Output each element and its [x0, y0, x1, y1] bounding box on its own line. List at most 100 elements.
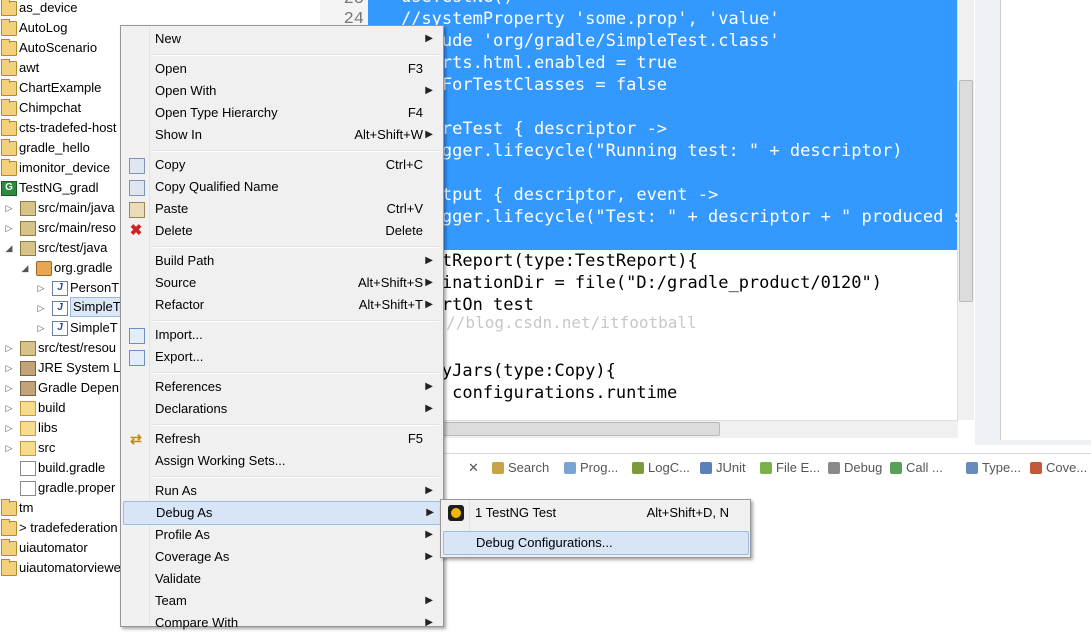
view-tab-label: Prog... — [580, 460, 619, 475]
tree-item-label: PersonT — [70, 280, 120, 295]
collapsed-arrow-icon[interactable]: ▷ — [4, 418, 14, 438]
tree-item-label: libs — [38, 420, 58, 435]
menu-item-shortcut: Alt+Shift+W — [354, 127, 423, 142]
collapsed-arrow-icon[interactable]: ▷ — [4, 198, 14, 218]
expanded-arrow-icon[interactable]: ◢ — [4, 238, 14, 258]
menu-item-paste[interactable]: Paste Ctrl+V — [123, 198, 439, 220]
collapsed-arrow-icon[interactable]: ▷ — [4, 378, 14, 398]
view-tab[interactable]: JUnit — [700, 460, 746, 476]
project-icon — [1, 0, 17, 16]
menu-item-delete[interactable]: ✖ Delete Delete — [123, 220, 439, 242]
menu-item-validate[interactable]: Validate — [123, 568, 439, 590]
code-line[interactable]: useTestNG() — [360, 0, 514, 8]
project-icon — [1, 119, 17, 136]
tree-item-label: src — [38, 440, 56, 455]
menu-item-run-as[interactable]: Run As ▶ — [123, 480, 439, 502]
menu-item-label: Copy — [155, 157, 186, 172]
menu-item-copy-qualified-name[interactable]: Copy Qualified Name — [123, 176, 439, 198]
view-tab-label: Cove... — [1046, 460, 1088, 475]
view-tab[interactable]: Debug — [828, 460, 882, 476]
source-folder-icon — [20, 221, 36, 236]
export-icon — [129, 350, 145, 366]
tree-item-label: JRE System Lib — [38, 360, 131, 375]
menu-item-shortcut: Ctrl+C — [385, 157, 423, 172]
refresh-icon: ⇄ — [130, 431, 142, 447]
menu-item-import[interactable]: Import... — [123, 324, 439, 346]
menu-item-open-type-hierarchy[interactable]: Open Type Hierarchy F4 — [123, 102, 439, 124]
project-icon — [1, 99, 17, 116]
menu-item-build-path[interactable]: Build Path ▶ — [123, 250, 439, 272]
menu-item-open-with[interactable]: Open With ▶ — [123, 80, 439, 102]
menu-item-copy[interactable]: Copy Ctrl+C — [123, 154, 439, 176]
menu-item-label: Assign Working Sets... — [155, 453, 286, 468]
menu-item-new[interactable]: New ▶ — [123, 28, 439, 50]
collapsed-arrow-icon[interactable]: ▷ — [4, 398, 14, 418]
view-tab[interactable]: Prog... — [564, 460, 618, 476]
menu-item-label: Coverage As — [155, 549, 230, 564]
collapsed-arrow-icon[interactable]: ▷ — [4, 338, 14, 358]
expanded-arrow-icon[interactable]: ◢ — [20, 258, 30, 278]
close-icon[interactable]: ✕ — [468, 460, 479, 476]
collapsed-arrow-icon[interactable]: ▷ — [36, 298, 46, 318]
menu-separator — [153, 476, 439, 478]
editor-vertical-scroll-thumb[interactable] — [959, 80, 973, 302]
tree-item-label: build.gradle — [38, 460, 106, 475]
menu-item-source[interactable]: Source Alt+Shift+S ▶ — [123, 272, 439, 294]
menu-item-debug-as[interactable]: Debug As ▶ — [123, 501, 441, 525]
view-tab[interactable]: Call ... — [890, 460, 943, 476]
submenu-arrow-icon: ▶ — [425, 551, 433, 562]
view-tab[interactable]: LogC... — [632, 460, 690, 476]
view-tab-icon — [700, 462, 712, 474]
menu-item-export[interactable]: Export... — [123, 346, 439, 368]
menu-item-refactor[interactable]: Refactor Alt+Shift+T ▶ — [123, 294, 439, 316]
collapsed-arrow-icon[interactable]: ▷ — [4, 358, 14, 378]
view-tab[interactable]: File E... — [760, 460, 820, 476]
view-tab[interactable]: Type... — [966, 460, 1021, 476]
project-icon — [1, 559, 17, 576]
menu-item-compare-with[interactable]: Compare With ▶ — [123, 612, 439, 634]
project-icon — [1, 159, 17, 176]
menu-item-coverage-as[interactable]: Coverage As ▶ — [123, 546, 439, 568]
tree-item-label: cts-tradefed-host — [19, 120, 117, 135]
view-tab-label: Call ... — [906, 460, 943, 475]
view-tab-icon — [828, 462, 840, 474]
menu-item-label: New — [155, 31, 182, 46]
menu-item-label: Debug As — [156, 505, 213, 520]
menu-item-references[interactable]: References ▶ — [123, 376, 439, 398]
project-icon — [1, 499, 17, 516]
code-line[interactable]: logger.lifecycle("Test: " + descriptor +… — [360, 206, 960, 228]
menu-item-assign-working-sets[interactable]: Assign Working Sets... — [123, 450, 439, 472]
submenu-item-1-testng-test[interactable]: 1 TestNG Test Alt+Shift+D, N — [443, 502, 747, 524]
view-tab[interactable]: Search — [492, 460, 549, 476]
submenu-item-label: 1 TestNG Test — [475, 505, 557, 520]
collapsed-arrow-icon[interactable]: ▷ — [4, 438, 14, 458]
collapsed-arrow-icon[interactable]: ▷ — [36, 278, 46, 298]
menu-item-show-in[interactable]: Show In Alt+Shift+W ▶ — [123, 124, 439, 146]
code-area[interactable]: useTestNG() //systemProperty 'some.prop'… — [360, 0, 960, 420]
folder-icon — [20, 401, 36, 416]
tree-item-label: src/main/reso — [38, 220, 117, 235]
menu-item-declarations[interactable]: Declarations ▶ — [123, 398, 439, 420]
menu-item-open[interactable]: Open F3 — [123, 58, 439, 80]
collapsed-arrow-icon[interactable]: ▷ — [36, 318, 46, 338]
tree-item-label: org.gradle — [54, 260, 113, 275]
testng-icon-dot — [451, 508, 461, 518]
java-file-icon: J — [52, 301, 68, 316]
tree-item-label: imonitor_device — [19, 160, 111, 175]
source-folder-icon — [20, 341, 36, 356]
view-tab-label: Debug — [844, 460, 883, 475]
menu-item-profile-as[interactable]: Profile As ▶ — [123, 524, 439, 546]
menu-item-label: Open Type Hierarchy — [155, 105, 278, 120]
submenu-arrow-icon: ▶ — [425, 595, 433, 606]
menu-item-shortcut: Delete — [385, 223, 423, 238]
menu-item-shortcut: Alt+Shift+T — [358, 297, 423, 312]
menu-item-label: Import... — [155, 327, 203, 342]
tree-item[interactable]: as_device — [0, 0, 320, 18]
menu-item-refresh[interactable]: ⇄ Refresh F5 — [123, 428, 439, 450]
submenu-item-debug-configurations[interactable]: Debug Configurations... — [443, 531, 749, 555]
view-tab[interactable]: Cove... — [1030, 460, 1087, 476]
project-icon — [1, 39, 17, 56]
menu-item-team[interactable]: Team ▶ — [123, 590, 439, 612]
collapsed-arrow-icon[interactable]: ▷ — [4, 218, 14, 238]
menu-item-label: Refactor — [155, 297, 205, 312]
